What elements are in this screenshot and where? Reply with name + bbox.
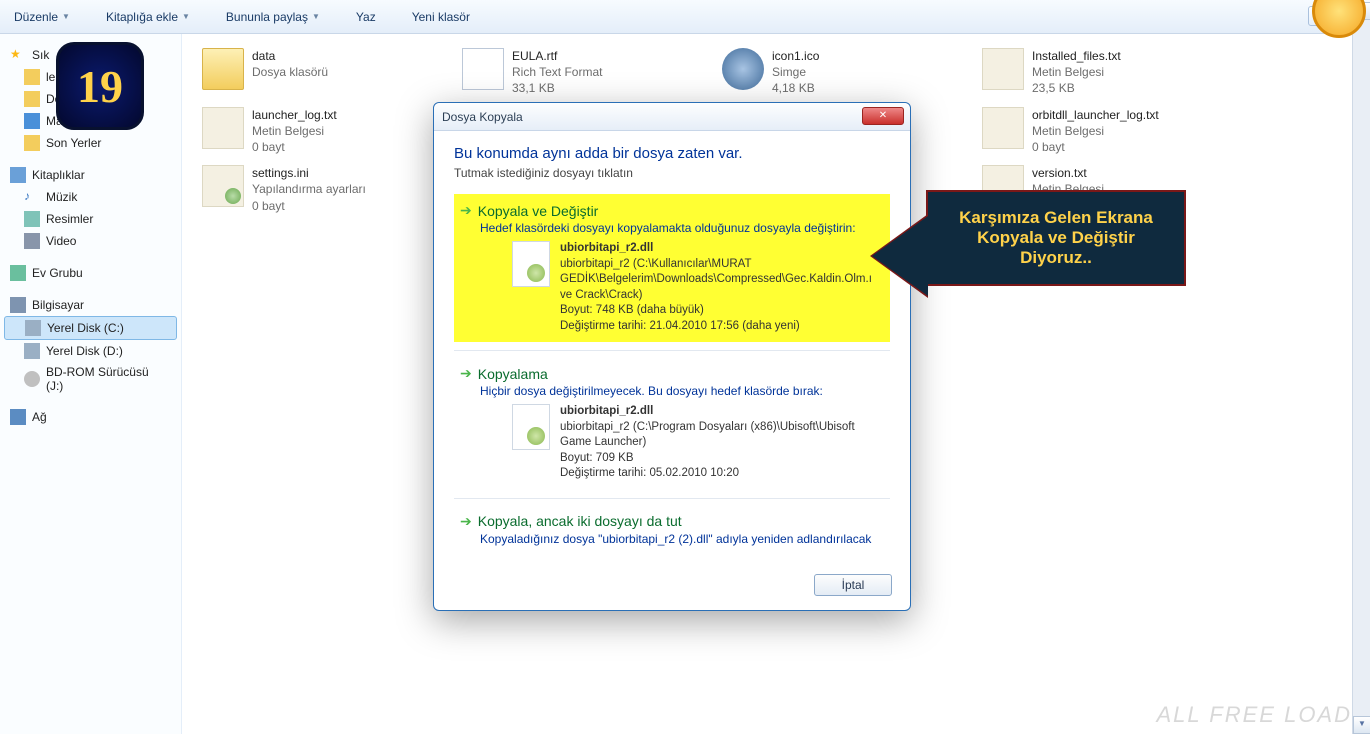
close-button[interactable]: ✕: [862, 107, 904, 125]
file-item[interactable]: settings.iniYapılandırma ayarları0 bayt: [200, 163, 450, 216]
option-description: Hiçbir dosya değiştirilmeyecek. Bu dosya…: [480, 384, 884, 398]
arrow-right-icon: ➔: [460, 513, 472, 530]
navigation-sidebar: ★Sık ler Downloads (2) Masaüstü Son Yerl…: [0, 34, 182, 734]
file-name: launcher_log.txt: [252, 107, 337, 123]
tutorial-annotation: Karşımıza Gelen Ekrana Kopyala ve Değişt…: [926, 190, 1186, 286]
arrow-left-icon: [872, 216, 928, 296]
folder-icon: [24, 91, 40, 107]
ini-file-icon: [202, 165, 244, 207]
pictures-icon: [24, 211, 40, 227]
dialog-heading: Bu konumda aynı adda bir dosya zaten var…: [454, 145, 890, 162]
dropdown-arrow-icon: ▼: [182, 12, 190, 21]
folder-file-icon: [202, 48, 244, 90]
music-icon: ♪: [24, 189, 40, 205]
divider: [454, 498, 890, 499]
drive-icon: [25, 320, 41, 336]
dll-file-icon: [512, 241, 550, 287]
dll-file-icon: [512, 404, 550, 450]
ico-file-icon: [722, 48, 764, 90]
file-name: icon1.ico: [772, 48, 819, 64]
file-type-label: Metin Belgesi: [1032, 123, 1159, 139]
option-copy-replace[interactable]: ➔Kopyala ve Değiştir Hedef klasördeki do…: [454, 194, 890, 342]
file-name: orbitdll_launcher_log.txt: [1032, 107, 1159, 123]
option-keep-both[interactable]: ➔Kopyala, ancak iki dosyayı da tut Kopya…: [454, 505, 890, 554]
libraries-icon: [10, 167, 26, 183]
drive-icon: [24, 343, 40, 359]
desktop-icon: [24, 113, 40, 129]
sidebar-pictures[interactable]: Resimler: [4, 208, 177, 230]
option-description: Kopyaladığınız dosya "ubiorbitapi_r2 (2)…: [480, 532, 884, 546]
file-size-label: 0 bayt: [252, 139, 337, 155]
file-name: Installed_files.txt: [1032, 48, 1121, 64]
txt-file-icon: [982, 48, 1024, 90]
option-dont-copy[interactable]: ➔Kopyalama Hiçbir dosya değiştirilmeyece…: [454, 357, 890, 490]
share-with-menu[interactable]: Bununla paylaş▼: [220, 6, 326, 28]
file-type-label: Metin Belgesi: [1032, 64, 1121, 80]
explorer-toolbar: Düzenle▼ Kitaplığa ekle▼ Bununla paylaş▼…: [0, 0, 1370, 34]
file-item[interactable]: orbitdll_launcher_log.txtMetin Belgesi0 …: [980, 105, 1230, 158]
file-type-label: Dosya klasörü: [252, 64, 328, 80]
organize-menu[interactable]: Düzenle▼: [8, 6, 76, 28]
sidebar-disk-c[interactable]: Yerel Disk (C:): [4, 316, 177, 340]
sidebar-disk-d[interactable]: Yerel Disk (D:): [4, 340, 177, 362]
file-item[interactable]: Installed_files.txtMetin Belgesi23,5 KB: [980, 46, 1230, 99]
recent-icon: [24, 135, 40, 151]
file-item[interactable]: dataDosya klasörü: [200, 46, 450, 99]
dropdown-arrow-icon: ▼: [312, 12, 320, 21]
file-size-label: 33,1 KB: [512, 80, 602, 96]
option-description: Hedef klasördeki dosyayı kopyalamakta ol…: [480, 221, 884, 235]
new-folder-button[interactable]: Yeni klasör: [406, 6, 476, 28]
vertical-scrollbar[interactable]: ▲ ▼: [1352, 2, 1370, 734]
file-item[interactable]: launcher_log.txtMetin Belgesi0 bayt: [200, 105, 450, 158]
file-name: EULA.rtf: [512, 48, 602, 64]
network-header[interactable]: Ağ: [4, 406, 177, 428]
sidebar-video[interactable]: Video: [4, 230, 177, 252]
arrow-right-icon: ➔: [460, 202, 472, 219]
file-type-label: Yapılandırma ayarları: [252, 181, 366, 197]
file-size-label: 0 bayt: [1032, 139, 1159, 155]
dialog-titlebar[interactable]: Dosya Kopyala: [434, 103, 910, 131]
libraries-header[interactable]: Kitaplıklar: [4, 164, 177, 186]
file-details: ubiorbitapi_r2.dll ubiorbitapi_r2 (C:\Ku…: [560, 241, 860, 334]
dialog-subheading: Tutmak istediğiniz dosyayı tıklatın: [454, 166, 890, 180]
file-name: data: [252, 48, 328, 64]
add-to-library-menu[interactable]: Kitaplığa ekle▼: [100, 6, 196, 28]
file-type-label: Metin Belgesi: [252, 123, 337, 139]
video-icon: [24, 233, 40, 249]
sidebar-music[interactable]: ♪Müzik: [4, 186, 177, 208]
file-type-label: Simge: [772, 64, 819, 80]
file-size-label: 0 bayt: [252, 198, 366, 214]
watermark-text: ALL FREE LOAD: [1156, 702, 1352, 728]
step-number-badge: 19: [56, 42, 144, 130]
folder-icon: [24, 69, 40, 85]
file-name: settings.ini: [252, 165, 366, 181]
file-size-label: 4,18 KB: [772, 80, 819, 96]
homegroup-icon: [10, 265, 26, 281]
txt-file-icon: [202, 107, 244, 149]
divider: [454, 350, 890, 351]
arrow-right-icon: ➔: [460, 365, 472, 382]
computer-icon: [10, 297, 26, 313]
network-icon: [10, 409, 26, 425]
file-item[interactable]: EULA.rtfRich Text Format33,1 KB: [460, 46, 710, 99]
dropdown-arrow-icon: ▼: [62, 12, 70, 21]
file-size-label: 23,5 KB: [1032, 80, 1121, 96]
file-type-label: Rich Text Format: [512, 64, 602, 80]
txt-file-icon: [982, 107, 1024, 149]
disc-icon: [24, 371, 40, 387]
sidebar-recent[interactable]: Son Yerler: [4, 132, 177, 154]
copy-file-dialog: Dosya Kopyala ✕ Bu konumda aynı adda bir…: [433, 102, 911, 611]
computer-header[interactable]: Bilgisayar: [4, 294, 177, 316]
file-details: ubiorbitapi_r2.dll ubiorbitapi_r2 (C:\Pr…: [560, 404, 860, 482]
file-item[interactable]: icon1.icoSimge4,18 KB: [720, 46, 970, 99]
cancel-button[interactable]: İptal: [814, 574, 892, 596]
homegroup-header[interactable]: Ev Grubu: [4, 262, 177, 284]
burn-button[interactable]: Yaz: [350, 6, 382, 28]
sidebar-bdrom[interactable]: BD-ROM Sürücüsü (J:): [4, 362, 177, 396]
star-icon: ★: [10, 47, 26, 63]
file-name: version.txt: [1032, 165, 1104, 181]
scroll-down-button[interactable]: ▼: [1353, 716, 1370, 734]
rtf-file-icon: [462, 48, 504, 90]
